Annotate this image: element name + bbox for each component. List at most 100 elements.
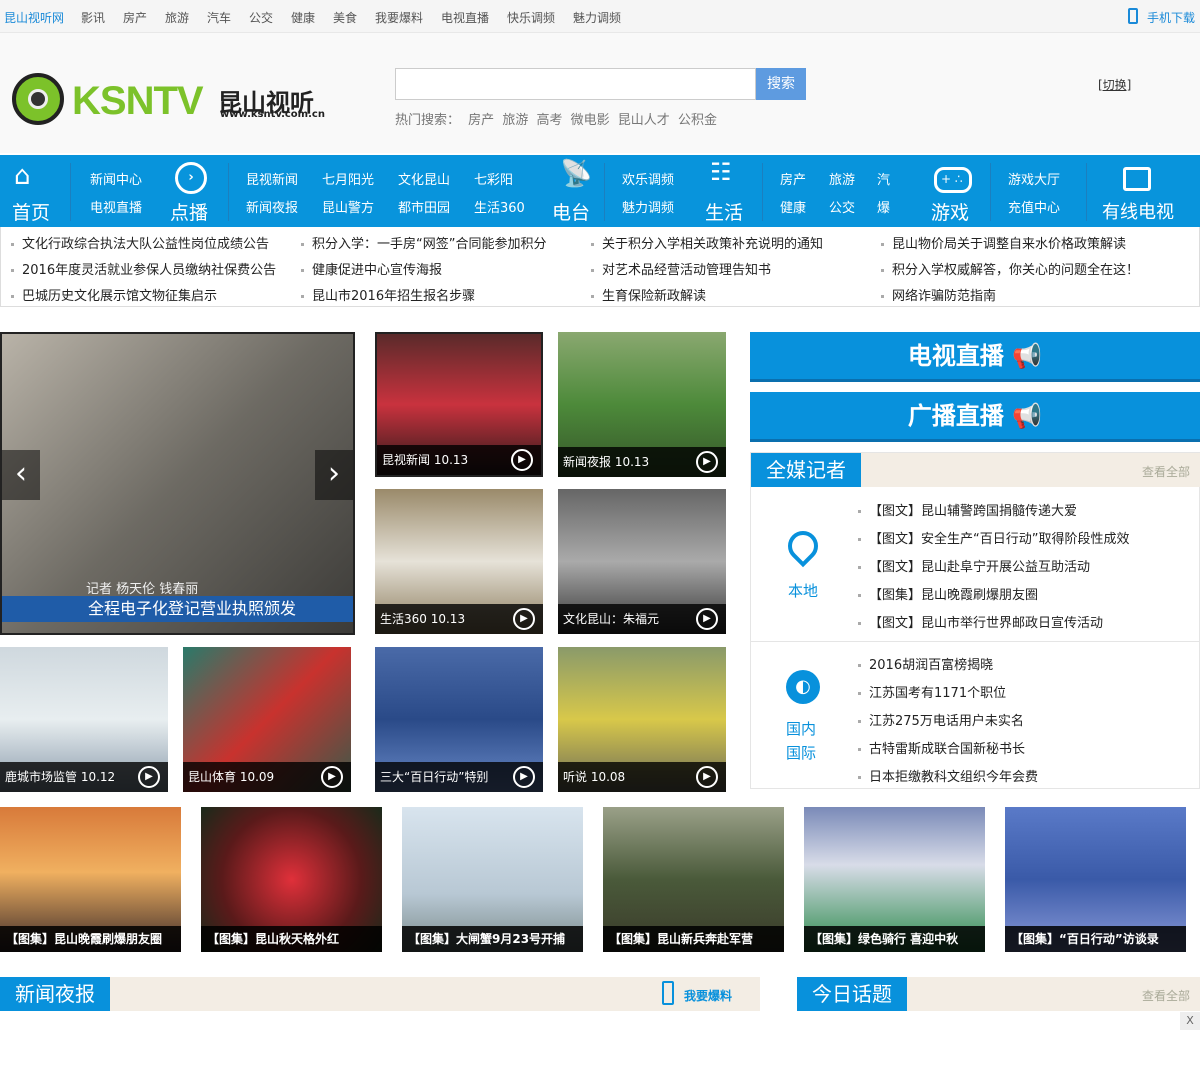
top-link[interactable]: 健康 [291,9,315,26]
hot-link[interactable]: 昆山人才 [618,113,670,128]
nav-cable[interactable]: 有线电视 [1102,198,1174,224]
report-link[interactable]: 我要爆料 [684,987,732,1004]
news-link[interactable]: 【图文】昆山赴阜宁开展公益互助活动 [858,556,1090,575]
notice-link[interactable]: 昆山物价局关于调整自来水价格政策解读 [881,233,1126,252]
nav-link[interactable]: 汽 [877,169,890,188]
nav-link[interactable]: 生活360 [474,197,525,216]
nav-radio[interactable]: 电台 [552,198,590,225]
nav-link[interactable]: 都市田园 [398,197,450,216]
hot-link[interactable]: 微电影 [571,113,610,128]
notice-link[interactable]: 关于积分入学相关政策补充说明的通知 [591,233,823,252]
search-input[interactable] [395,68,756,100]
international-label[interactable]: 国际 [786,742,816,763]
video-thumb[interactable]: 昆视新闻 10.13 ▶ [375,332,543,477]
notice-link[interactable]: 文化行政综合执法大队公益性岗位成绩公告 [11,233,269,252]
featured-slider[interactable]: 记者 杨天伦 钱春丽 全程电子化登记营业执照颁发 ‹ › [0,332,355,635]
notice-link[interactable]: 巴城历史文化展示馆文物征集启示 [11,285,217,304]
prev-arrow-icon[interactable]: ‹ [2,450,40,500]
photo-card[interactable]: 【图集】昆山秋天格外红 [201,807,382,952]
mobile-download-link[interactable]: 手机下载 [1147,9,1195,26]
video-thumb[interactable]: 昆山体育 10.09 ▶ [183,647,351,792]
nav-link[interactable]: 健康 [780,197,806,216]
video-thumb[interactable]: 文化昆山：朱福元 ▶ [558,489,726,634]
nav-link[interactable]: 昆视新闻 [246,169,298,188]
notice-link[interactable]: 昆山市2016年招生报名步骤 [301,285,475,304]
next-arrow-icon[interactable]: › [315,450,353,500]
main-nav: ⌂ 首页 新闻中心 电视直播 › 点播 昆视新闻 七月阳光 文化昆山 七彩阳 新… [0,155,1200,227]
hot-link[interactable]: 高考 [536,113,562,128]
top-link[interactable]: 我要爆料 [375,9,423,26]
top-link[interactable]: 快乐调频 [507,9,555,26]
view-all-link[interactable]: 查看全部 [1142,987,1190,1004]
top-link[interactable]: 电视直播 [441,9,489,26]
nav-link[interactable]: 七月阳光 [322,169,374,188]
hot-link[interactable]: 公积金 [678,113,717,128]
notice-link[interactable]: 网络诈骗防范指南 [881,285,996,304]
notice-link[interactable]: 积分入学：一手房“网签”合同能参加积分 [301,233,546,252]
nav-vod[interactable]: 点播 [170,198,208,225]
switch-link[interactable]: [切换] [1098,76,1131,93]
news-link[interactable]: 【图文】昆山市举行世界邮政日宣传活动 [858,612,1103,631]
top-link[interactable]: 汽车 [207,9,231,26]
nav-game[interactable]: 游戏 [931,198,969,225]
photo-card[interactable]: 【图集】昆山晚霞刷爆朋友圈 [0,807,181,952]
photo-card[interactable]: 【图集】大闸蟹9月23号开捕 [402,807,583,952]
nav-link[interactable]: 欢乐调频 [622,169,674,188]
nav-link[interactable]: 电视直播 [90,197,142,216]
search-button[interactable]: 搜索 [756,68,806,100]
nav-link[interactable]: 游戏大厅 [1008,169,1060,188]
top-link[interactable]: 房产 [123,9,147,26]
video-thumb[interactable]: 三大“百日行动”特别 ▶ [375,647,543,792]
news-link[interactable]: 江苏275万电话用户未实名 [858,710,1024,729]
top-link[interactable]: 公交 [249,9,273,26]
video-thumb[interactable]: 生活360 10.13 ▶ [375,489,543,634]
hot-link[interactable]: 旅游 [502,113,528,128]
top-link[interactable]: 影讯 [81,9,105,26]
nav-link[interactable]: 公交 [829,197,855,216]
top-link[interactable]: 美食 [333,9,357,26]
nav-link[interactable]: 新闻中心 [90,169,142,188]
top-link[interactable]: 魅力调频 [573,9,621,26]
megaphone-icon: 📢 [1012,402,1043,430]
notice-link[interactable]: 对艺术品经营活动管理告知书 [591,259,771,278]
news-link[interactable]: 江苏国考有1171个职位 [858,682,1006,701]
logo[interactable] [8,71,68,125]
close-button[interactable]: X [1180,1012,1200,1030]
nav-link[interactable]: 房产 [780,169,806,188]
nav-link[interactable]: 昆山警方 [322,197,374,216]
radio-live-button[interactable]: 广播直播 📢 [750,392,1200,442]
nav-link[interactable]: 文化昆山 [398,169,450,188]
notice-link[interactable]: 健康促进中心宣传海报 [301,259,442,278]
view-all-link[interactable]: 查看全部 [1142,463,1190,480]
notice-link[interactable]: 积分入学权威解答，你关心的问题全在这！ [881,259,1139,278]
notice-link[interactable]: 生育保险新政解读 [591,285,706,304]
photo-card[interactable]: 【图集】昆山新兵奔赴军营 [603,807,784,952]
news-link[interactable]: 2016胡润百富榜揭晓 [858,654,993,673]
nav-link[interactable]: 七彩阳 [474,169,513,188]
news-link[interactable]: 【图文】安全生产“百日行动”取得阶段性成效 [858,528,1129,547]
nav-home[interactable]: 首页 [12,198,50,225]
video-thumb[interactable]: 听说 10.08 ▶ [558,647,726,792]
nav-link[interactable]: 爆 [877,197,890,216]
photo-card[interactable]: 【图集】“百日行动”访谈录 [1005,807,1186,952]
nav-link[interactable]: 新闻夜报 [246,197,298,216]
news-link[interactable]: 日本拒缴教科文组织今年会费 [858,766,1038,785]
local-label[interactable]: 本地 [788,580,818,601]
nav-life[interactable]: 生活 [705,198,743,225]
brand-link[interactable]: 昆山视听网 [4,9,64,26]
video-thumb[interactable]: 鹿城市场监管 10.12 ▶ [0,647,168,792]
tv-live-button[interactable]: 电视直播 📢 [750,332,1200,382]
news-link[interactable]: 【图集】昆山晚霞刷爆朋友圈 [858,584,1038,603]
domestic-label[interactable]: 国内 [786,718,816,739]
hot-link[interactable]: 房产 [468,113,494,128]
video-thumb[interactable]: 新闻夜报 10.13 ▶ [558,332,726,477]
logo-url: www.ksntv.com.cn [220,109,325,120]
notice-link[interactable]: 2016年度灵活就业参保人员缴纳社保费公告 [11,259,276,278]
news-link[interactable]: 【图文】昆山辅警跨国捐髓传递大爱 [858,500,1077,519]
nav-link[interactable]: 旅游 [829,169,855,188]
nav-link[interactable]: 充值中心 [1008,197,1060,216]
nav-link[interactable]: 魅力调频 [622,197,674,216]
photo-card[interactable]: 【图集】绿色骑行 喜迎中秋 [804,807,985,952]
top-link[interactable]: 旅游 [165,9,189,26]
news-link[interactable]: 古特雷斯成联合国新秘书长 [858,738,1025,757]
